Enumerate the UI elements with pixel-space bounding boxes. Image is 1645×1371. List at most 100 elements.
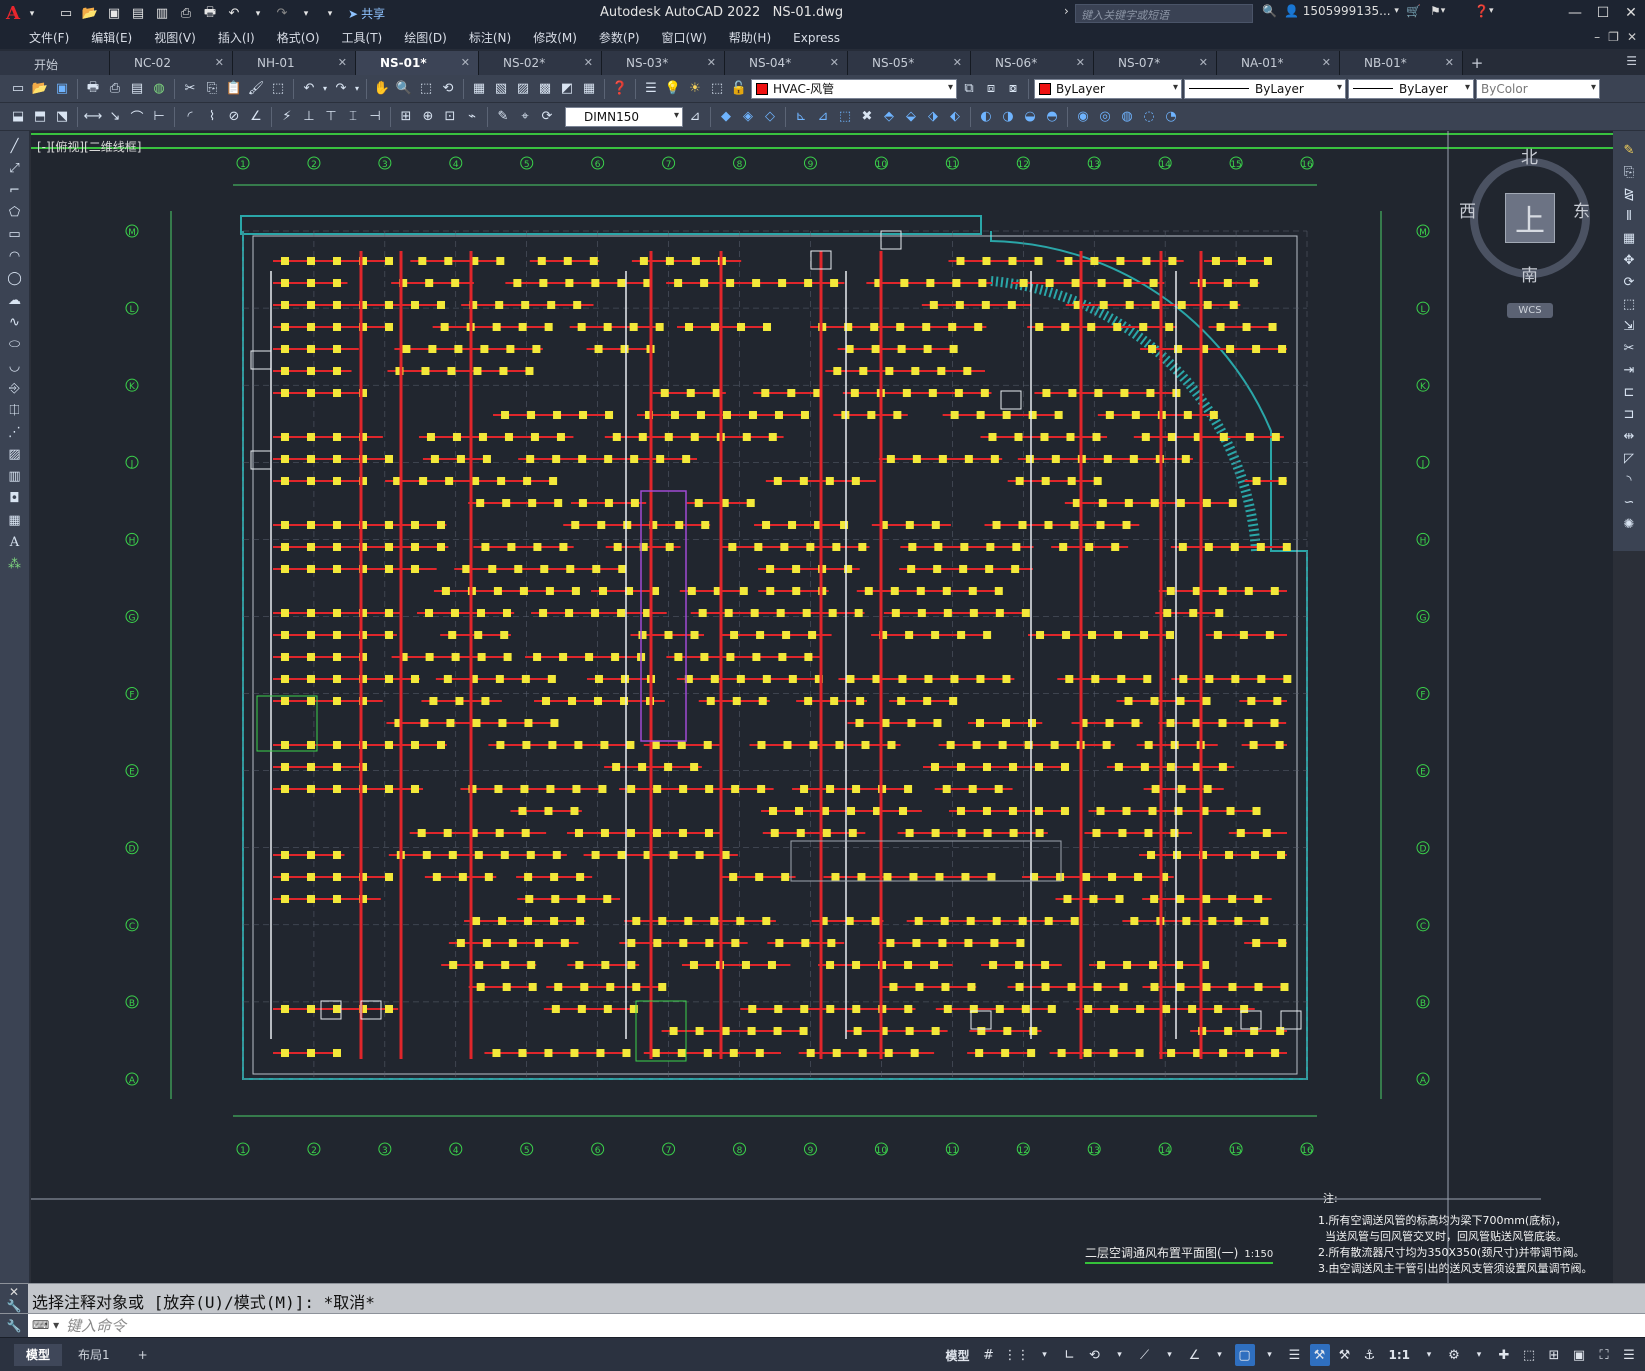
- new-icon[interactable]: ▭: [8, 79, 28, 99]
- menu-format[interactable]: 格式(O): [266, 27, 331, 49]
- command-options-icon[interactable]: 🔧: [0, 1314, 28, 1338]
- tab-ns-04[interactable]: NS-04* ✕: [725, 51, 848, 75]
- linetype-dropdown[interactable]: ByLayer ▾: [1184, 78, 1346, 99]
- doc-close-icon[interactable]: ✕: [1627, 30, 1637, 44]
- add-layout-icon[interactable]: +: [126, 1344, 160, 1366]
- plot-icon[interactable]: 🖶: [83, 79, 103, 99]
- tab-model[interactable]: 模型: [14, 1343, 63, 1366]
- rectangle-icon[interactable]: ▭: [4, 225, 26, 244]
- polygon-icon[interactable]: ⬠: [4, 203, 26, 222]
- draw-order-icon[interactable]: ⬓: [8, 107, 28, 127]
- circle-icon[interactable]: ◯: [4, 269, 26, 288]
- ucs-origin-icon[interactable]: ⬚: [835, 107, 855, 127]
- offset-icon[interactable]: ⫴: [1618, 207, 1640, 226]
- tab-ns-07[interactable]: NS-07* ✕: [1094, 51, 1217, 75]
- tab-ns-02[interactable]: NS-02* ✕: [479, 51, 602, 75]
- menu-draw[interactable]: 绘图(D): [393, 27, 458, 49]
- undo-icon[interactable]: ↶: [224, 5, 244, 23]
- point-icon[interactable]: ⋰: [4, 423, 26, 442]
- mtext-icon[interactable]: A: [4, 533, 26, 552]
- layer-thaw-sun-icon[interactable]: ☀: [685, 79, 705, 99]
- erase-icon[interactable]: ✎: [1618, 141, 1640, 160]
- recent-commands-icon[interactable]: ⌨ ▾: [32, 1318, 59, 1332]
- 3d-extrude-icon[interactable]: ◇: [760, 107, 780, 127]
- viewcube[interactable]: 上 北 南 东 西 WCS: [1459, 143, 1595, 318]
- materials-icon[interactable]: ◎: [1095, 107, 1115, 127]
- ucs-y-icon[interactable]: ⬖: [945, 107, 965, 127]
- new-tab-icon[interactable]: +: [1463, 51, 1491, 75]
- units-icon[interactable]: ⬚: [1519, 1344, 1539, 1366]
- plotstyle-dropdown[interactable]: ByColor ▾: [1476, 78, 1600, 99]
- dim-edit-icon[interactable]: ✎: [493, 107, 513, 127]
- arc-icon[interactable]: ◠: [4, 247, 26, 266]
- tool-palettes-icon[interactable]: ▨: [513, 79, 533, 99]
- graphics-performance-icon[interactable]: ▣: [1569, 1344, 1589, 1366]
- object-snap-tracking-icon[interactable]: ∠: [1185, 1344, 1205, 1366]
- dim-space-icon[interactable]: ⌶: [343, 107, 363, 127]
- tab-ns-03[interactable]: NS-03* ✕: [602, 51, 725, 75]
- save-icon[interactable]: ▣: [104, 5, 124, 23]
- break-at-point-icon[interactable]: ⊏: [1618, 383, 1640, 402]
- scale-icon[interactable]: ⬚: [1618, 295, 1640, 314]
- dim-text-edit-icon[interactable]: ⌖: [515, 107, 535, 127]
- menu-help[interactable]: 帮助(H): [718, 27, 782, 49]
- compass-west[interactable]: 西: [1459, 197, 1476, 222]
- camera-icon[interactable]: ◔: [1161, 107, 1181, 127]
- doc-minimize-icon[interactable]: –: [1594, 30, 1600, 44]
- polar-dropdown-icon[interactable]: ▾: [1110, 1344, 1130, 1366]
- inspection-icon[interactable]: ⊡: [440, 107, 460, 127]
- menu-edit[interactable]: 编辑(E): [80, 27, 143, 49]
- menu-file[interactable]: 文件(F): [18, 27, 80, 49]
- 3d-print-icon[interactable]: ◍: [149, 79, 169, 99]
- diameter-dim-icon[interactable]: ⊘: [224, 107, 244, 127]
- pan-icon[interactable]: ✋: [372, 79, 392, 99]
- extend-icon[interactable]: ⇥: [1618, 361, 1640, 380]
- tab-nb-01[interactable]: NB-01* ✕: [1340, 51, 1463, 75]
- clean-screen-icon[interactable]: ⛶: [1594, 1344, 1614, 1366]
- layer-lock-icon[interactable]: 🔓: [729, 79, 749, 99]
- close-icon[interactable]: ✕: [9, 1285, 19, 1299]
- move-icon[interactable]: ✥: [1618, 251, 1640, 270]
- ucs-x-icon[interactable]: ⬗: [923, 107, 943, 127]
- app-menu-chevron-icon[interactable]: ▾: [22, 5, 42, 23]
- dim-update-icon[interactable]: ⟳: [537, 107, 557, 127]
- tab-ns-06[interactable]: NS-06* ✕: [971, 51, 1094, 75]
- wrench-icon[interactable]: 🔧: [7, 1299, 22, 1313]
- design-center-icon[interactable]: ▧: [491, 79, 511, 99]
- dim-style-manager-icon[interactable]: ⊿: [685, 107, 705, 127]
- dimstyle-dropdown[interactable]: DIMN150 ▾: [565, 106, 683, 127]
- menu-express[interactable]: Express: [782, 27, 851, 49]
- ortho-icon[interactable]: ∟: [1060, 1344, 1080, 1366]
- search-expand-icon[interactable]: ›: [1064, 4, 1069, 18]
- help-icon[interactable]: ❓ ▾: [1474, 4, 1493, 18]
- linear-dim-icon[interactable]: ⟷: [83, 107, 103, 127]
- compass-south[interactable]: 南: [1521, 261, 1538, 286]
- markup-icon[interactable]: ◩: [557, 79, 577, 99]
- color-dropdown[interactable]: ByLayer ▾: [1034, 78, 1182, 99]
- redo-icon[interactable]: ↷: [272, 5, 292, 23]
- undo-dropdown-icon[interactable]: ▾: [248, 5, 268, 23]
- region-icon[interactable]: ◘: [4, 489, 26, 508]
- wcs-menu[interactable]: WCS: [1507, 303, 1553, 318]
- polar-tracking-icon[interactable]: ⟲: [1085, 1344, 1105, 1366]
- tab-start[interactable]: 开始: [0, 51, 110, 75]
- block-editor-icon[interactable]: ⬚: [268, 79, 288, 99]
- gradient-icon[interactable]: ▥: [4, 467, 26, 486]
- model-space-button[interactable]: 模型: [941, 1344, 973, 1366]
- copy-object-icon[interactable]: ⎘: [1618, 163, 1640, 182]
- undo-icon[interactable]: ↶: [299, 79, 319, 99]
- object-snap-tracking-dropdown-icon[interactable]: ▾: [1210, 1344, 1230, 1366]
- layer-dropdown[interactable]: HVAC-风管 ▾: [751, 78, 957, 99]
- isodraft-dropdown-icon[interactable]: ▾: [1160, 1344, 1180, 1366]
- menu-modify[interactable]: 修改(M): [522, 27, 588, 49]
- rotate-icon[interactable]: ⟳: [1618, 273, 1640, 292]
- revision-cloud-icon[interactable]: ☁: [4, 291, 26, 310]
- stretch-icon[interactable]: ⇲: [1618, 317, 1640, 336]
- customization-menu-icon[interactable]: ☰: [1619, 1344, 1639, 1366]
- open-icon[interactable]: 📂: [30, 79, 50, 99]
- share-button[interactable]: ➤ 共享: [348, 5, 385, 22]
- help-icon[interactable]: ❓: [610, 79, 630, 99]
- tab-close-icon[interactable]: ✕: [953, 56, 962, 69]
- properties-icon[interactable]: ▦: [469, 79, 489, 99]
- ucs-object-icon[interactable]: ✖: [857, 107, 877, 127]
